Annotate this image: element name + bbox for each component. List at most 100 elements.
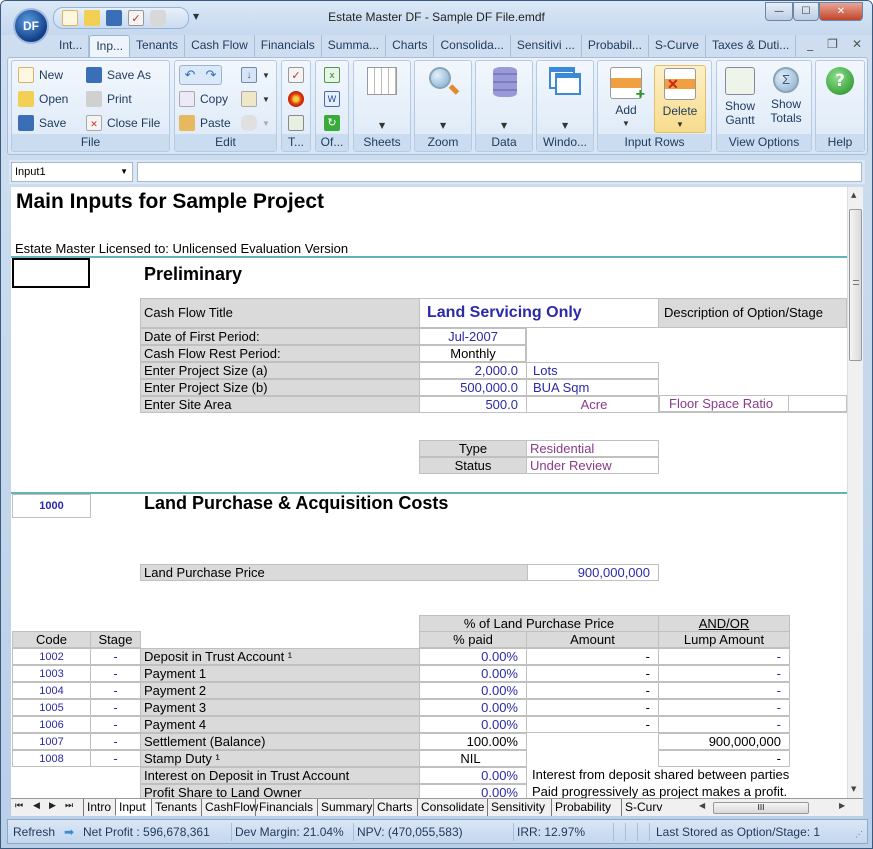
first-sheet-icon[interactable]: ⏮ (15, 800, 23, 811)
save-as-button[interactable]: Save As (86, 65, 151, 85)
tab-financials[interactable]: Financials (255, 35, 322, 57)
vertical-scrollbar[interactable]: ▲ ▼ (847, 187, 863, 798)
next-sheet-icon[interactable]: ▶ (49, 800, 56, 811)
prelim-row-unit[interactable]: Lots (526, 362, 659, 379)
horizontal-scrollbar[interactable]: ◀ III ▶ (699, 801, 849, 815)
row-stage[interactable]: - (90, 665, 141, 682)
type-value[interactable]: Residential (526, 440, 659, 457)
spreadsheet[interactable]: Main Inputs for Sample Project Estate Ma… (11, 187, 847, 798)
fill-down-button[interactable]: ↓ ▼ (241, 65, 270, 85)
row-lump-amount[interactable]: - (658, 665, 790, 682)
row-stage[interactable]: - (90, 648, 141, 665)
maximize-button[interactable]: ☐ (793, 2, 819, 21)
prelim-row-value[interactable]: 500,000.0 (419, 379, 527, 396)
group-sheets[interactable]: ▼ Sheets (353, 60, 411, 152)
scroll-down-icon[interactable]: ▼ (851, 785, 856, 793)
group-data[interactable]: ▼ Data (475, 60, 533, 152)
land-section-code[interactable]: 1000 (12, 494, 91, 518)
tab-s-curve[interactable]: S-Curve (649, 35, 706, 57)
undo-icon[interactable]: ↶ (182, 67, 198, 83)
tab-summa[interactable]: Summa... (322, 35, 387, 57)
row-code[interactable]: 1002 (12, 648, 91, 665)
doc-minimize-icon[interactable]: _ (807, 37, 813, 51)
row-pct-paid[interactable]: 100.00% (419, 733, 527, 750)
extra-row-pct[interactable]: 0.00% (419, 767, 527, 784)
doc-restore-icon[interactable]: ❐ (827, 37, 838, 51)
row-lump-amount[interactable]: - (658, 716, 790, 733)
cash-flow-title-value[interactable]: Land Servicing Only (419, 298, 659, 328)
tab-taxes-duti[interactable]: Taxes & Duti... (706, 35, 797, 57)
row-stage[interactable]: - (90, 716, 141, 733)
chevron-down-icon[interactable]: ▼ (120, 163, 128, 181)
row-code[interactable]: 1007 (12, 733, 91, 750)
print-button[interactable]: Print (86, 89, 132, 109)
sheet-tab-probability[interactable]: Probability (551, 799, 621, 816)
name-box[interactable]: Input1 ▼ (11, 162, 133, 182)
row-lump-amount[interactable]: - (658, 699, 790, 716)
row-lump-amount[interactable]: - (658, 682, 790, 699)
show-totals-button[interactable]: Σ Show Totals (763, 65, 809, 133)
land-price-value[interactable]: 900,000,000 (527, 564, 659, 581)
row-pct-paid[interactable]: 0.00% (419, 648, 527, 665)
active-cell[interactable] (12, 258, 90, 288)
tab-cash-flow[interactable]: Cash Flow (185, 35, 255, 57)
sheet-tab-cashflow[interactable]: CashFlow (201, 799, 258, 816)
prelim-row-unit[interactable]: Acre (526, 396, 659, 413)
tab-sensitivi[interactable]: Sensitivi ... (511, 35, 582, 57)
row-stage[interactable]: - (90, 699, 141, 716)
row-lump-amount[interactable]: - (658, 648, 790, 665)
h-scroll-thumb[interactable]: III (713, 802, 809, 814)
row-lump-amount[interactable]: 900,000,000 (658, 733, 790, 750)
application-menu-button[interactable]: DF (13, 8, 49, 44)
tab-probabil[interactable]: Probabil... (582, 35, 649, 57)
row-stage[interactable]: - (90, 682, 141, 699)
word-icon[interactable]: W (324, 91, 340, 107)
sheet-tab-charts[interactable]: Charts (373, 799, 417, 816)
sheet-tab-intro[interactable]: Intro (83, 799, 115, 816)
row-code[interactable]: 1004 (12, 682, 91, 699)
row-code[interactable]: 1008 (12, 750, 91, 767)
excel-icon[interactable]: x (324, 67, 340, 83)
minimize-button[interactable]: — (765, 2, 793, 21)
save-button[interactable]: Save (18, 113, 66, 133)
row-pct-paid[interactable]: NIL (419, 750, 527, 767)
row-stage[interactable]: - (90, 750, 141, 767)
row-pct-paid[interactable]: 0.00% (419, 682, 527, 699)
floor-space-ratio-value[interactable] (788, 395, 847, 412)
redo-icon[interactable]: ↷ (203, 67, 219, 83)
scroll-left-icon[interactable]: ◀ (699, 801, 705, 810)
format-button[interactable]: ▼ (241, 89, 270, 109)
sheet-tab-financials[interactable]: Financials (255, 799, 317, 816)
tab-charts[interactable]: Charts (386, 35, 435, 57)
sheet-tab-consolidate[interactable]: Consolidate (417, 799, 487, 816)
scroll-thumb[interactable] (849, 209, 862, 361)
row-pct-paid[interactable]: 0.00% (419, 716, 527, 733)
close-button[interactable]: ✕ (819, 2, 863, 21)
show-gantt-button[interactable]: Show Gantt (717, 65, 763, 133)
tab-tenants[interactable]: Tenants (130, 35, 186, 57)
new-button[interactable]: New (18, 65, 63, 85)
extra-row-pct[interactable]: 0.00% (419, 784, 527, 798)
status-value[interactable]: Under Review (526, 457, 659, 474)
group-window[interactable]: ▼ Windo... (536, 60, 594, 152)
checklist-icon[interactable]: ✓ (288, 67, 304, 83)
sheet-tab-sensitivity[interactable]: Sensitivity (487, 799, 551, 816)
prelim-row-value[interactable]: Monthly (419, 345, 527, 362)
paste-button[interactable]: Paste (179, 113, 231, 133)
prelim-row-unit[interactable]: BUA Sqm (526, 379, 659, 396)
copy-button[interactable]: Copy (179, 89, 228, 109)
add-row-button[interactable]: + Add ▼ (600, 65, 652, 133)
sheet-tab-s-curv[interactable]: S-Curv (621, 799, 665, 816)
row-lump-amount[interactable]: - (658, 750, 790, 767)
prelim-row-value[interactable]: 500.0 (419, 396, 527, 413)
scroll-right-icon[interactable]: ▶ (839, 801, 845, 810)
target-icon[interactable] (288, 91, 304, 107)
refresh-button[interactable]: Refresh ➡ (10, 823, 80, 841)
last-sheet-icon[interactable]: ⏭ (65, 800, 73, 811)
prev-sheet-icon[interactable]: ◀ (33, 800, 40, 811)
doc-close-icon[interactable]: ✕ (852, 37, 862, 51)
tab-int[interactable]: Int... (53, 35, 90, 57)
prelim-row-value[interactable]: 2,000.0 (419, 362, 527, 379)
row-stage[interactable]: - (90, 733, 141, 750)
row-code[interactable]: 1006 (12, 716, 91, 733)
